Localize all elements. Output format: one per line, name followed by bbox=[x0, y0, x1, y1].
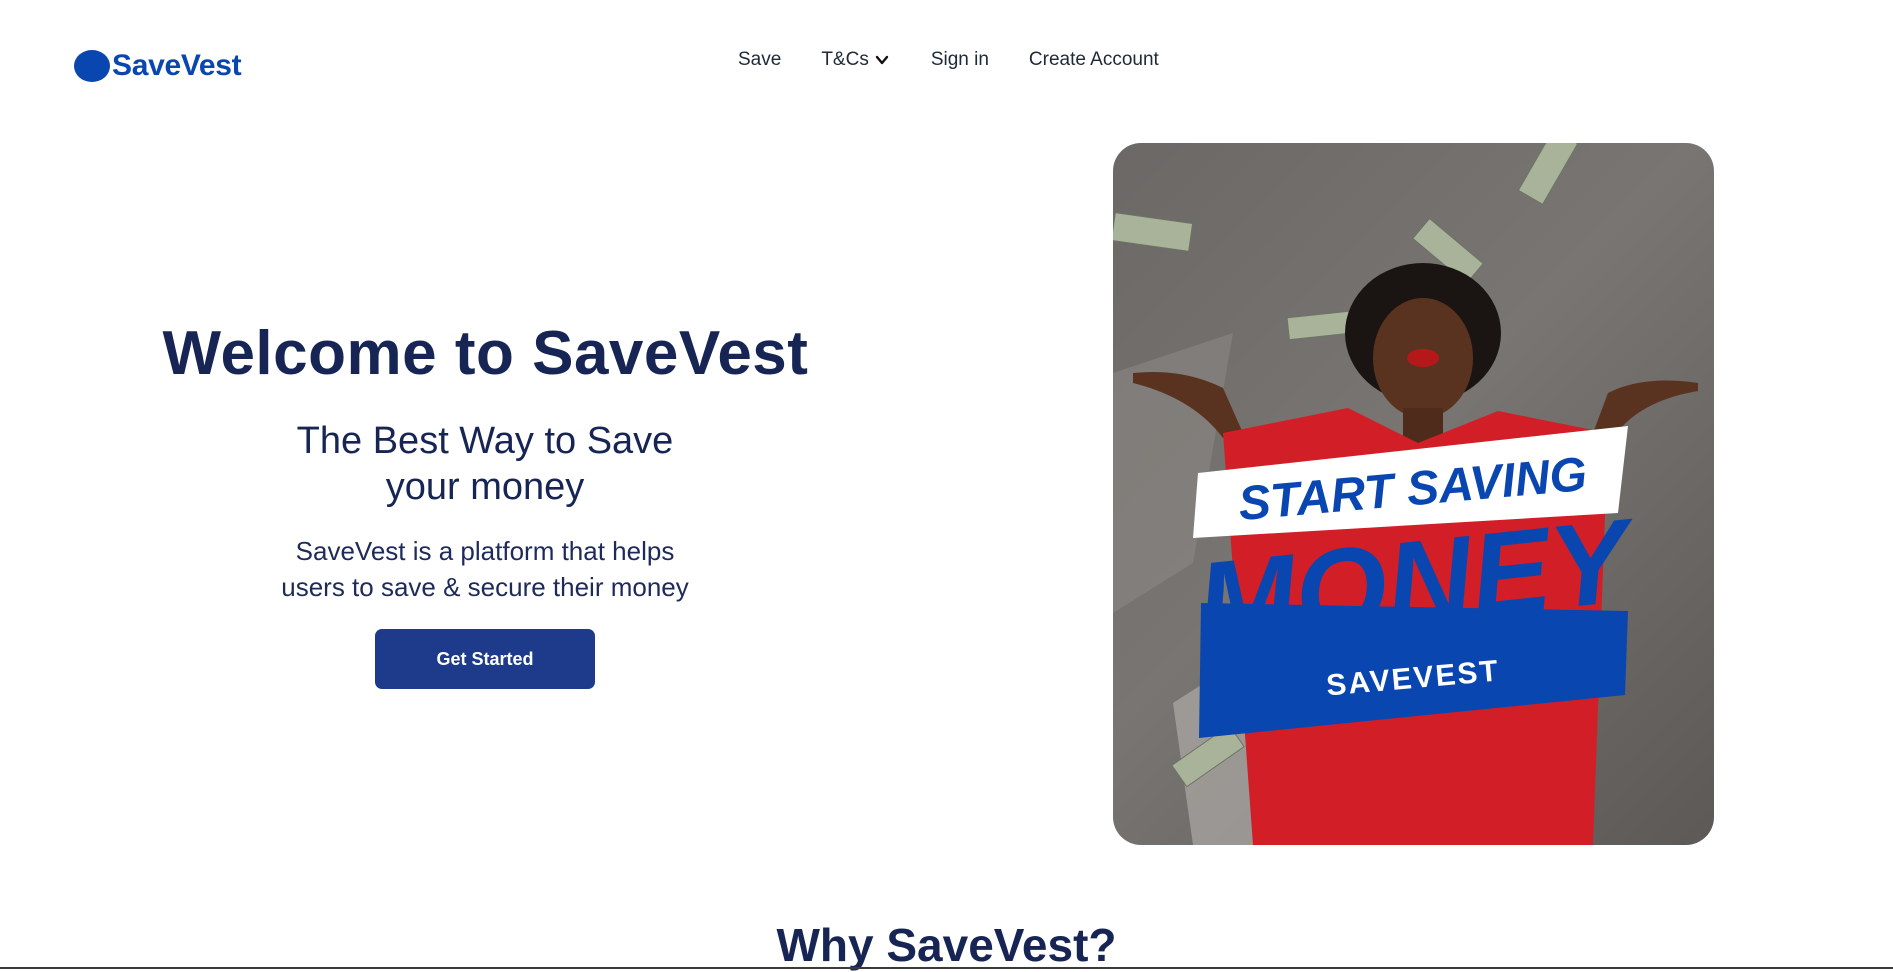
hero-description: SaveVest is a platform that helps users … bbox=[250, 533, 720, 605]
nav-item-create-account[interactable]: Create Account bbox=[1029, 49, 1159, 71]
logo-mark bbox=[74, 50, 110, 82]
nav-item-save[interactable]: Save bbox=[738, 49, 781, 71]
brand-name: SaveVest bbox=[112, 49, 242, 82]
nav-item-sign-in[interactable]: Sign in bbox=[931, 49, 989, 71]
hero-title: Welcome to SaveVest bbox=[162, 319, 809, 388]
hero-description-line-2: users to save & secure their money bbox=[281, 572, 689, 602]
get-started-button[interactable]: Get Started bbox=[375, 629, 595, 689]
hero-subtitle-line-1: The Best Way to Save bbox=[296, 420, 674, 462]
chevron-down-icon bbox=[875, 55, 889, 65]
hero-subtitle: The Best Way to Save your money bbox=[265, 418, 705, 510]
hero-description-line-1: SaveVest is a platform that helps bbox=[295, 536, 675, 566]
hero-promo-image: START SAVING MONEY SAVEVEST bbox=[1113, 143, 1714, 845]
brand-logo[interactable]: SaveVest bbox=[74, 49, 242, 83]
section-heading-why: Why SaveVest? bbox=[776, 919, 1117, 971]
hero-subtitle-line-2: your money bbox=[385, 466, 585, 508]
nav-item-tcs-label: T&Cs bbox=[821, 49, 869, 70]
promo-illustration: START SAVING MONEY SAVEVEST bbox=[1113, 143, 1698, 845]
main-nav: Save T&Cs Sign in Create Account bbox=[738, 49, 1159, 71]
nav-item-tcs[interactable]: T&Cs bbox=[821, 49, 889, 71]
